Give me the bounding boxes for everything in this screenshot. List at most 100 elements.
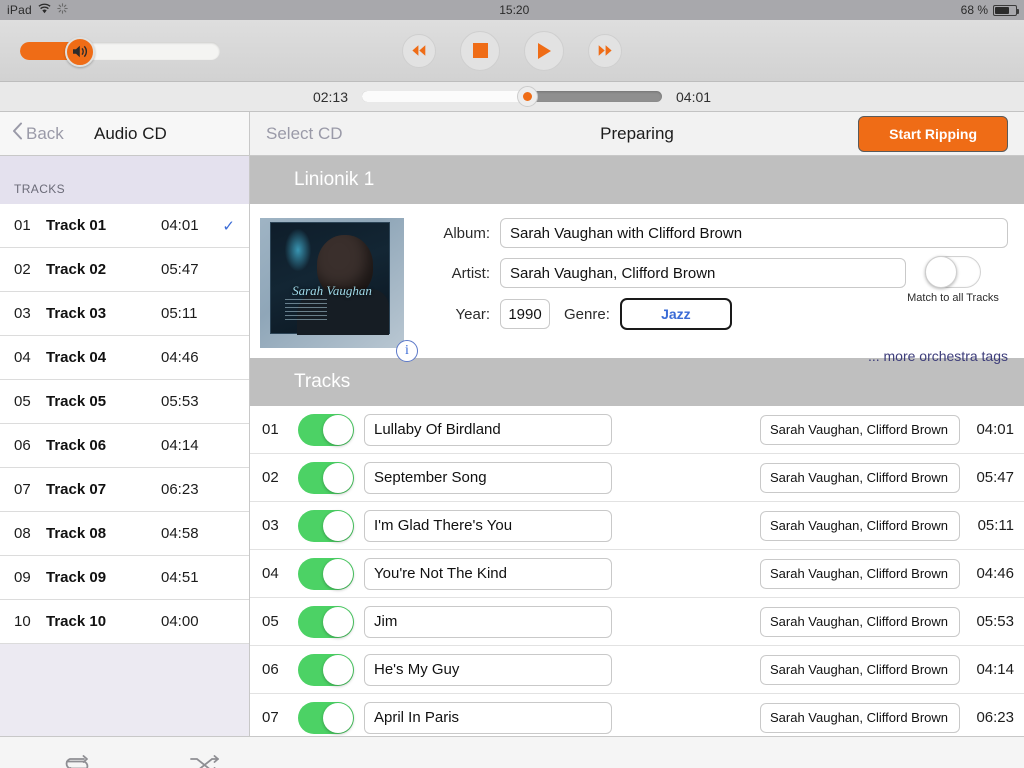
sidebar-track-number: 07: [14, 481, 31, 498]
sidebar-track-name: Track 05: [46, 393, 107, 410]
track-title-input[interactable]: He's My Guy: [364, 653, 612, 686]
app-root: iPad 15:20 68 % 02:13 04:01 Back Audio C…: [0, 0, 1024, 768]
track-artist-input[interactable]: Sarah Vaughan, Clifford Brown: [760, 702, 960, 733]
more-orchestra-tags-link[interactable]: ... more orchestra tags: [868, 348, 1008, 364]
start-ripping-button[interactable]: Start Ripping: [858, 115, 1008, 152]
track-enable-toggle[interactable]: [298, 653, 354, 686]
seek-thumb[interactable]: [517, 86, 538, 107]
seek-slider[interactable]: [362, 86, 662, 107]
select-cd-button[interactable]: Select CD: [266, 124, 343, 144]
sidebar-track-row[interactable]: 03 Track 03 05:11: [0, 292, 249, 336]
elapsed-time-label: 02:13: [312, 88, 348, 105]
content-area: Back Audio CD TRACKS 01 Track 01 04:01 ✓ 02 T…: [0, 112, 1024, 736]
repeat-icon[interactable]: [60, 753, 94, 768]
shuffle-icon[interactable]: [188, 753, 222, 768]
speaker-volume-icon[interactable]: [65, 36, 95, 67]
track-title-input[interactable]: You're Not The Kind: [364, 557, 612, 590]
track-enable-toggle[interactable]: [298, 557, 354, 590]
sidebar-track-row[interactable]: 09 Track 09 04:51: [0, 556, 249, 600]
track-row[interactable]: 02 September Song Sarah Vaughan, Clifford …: [250, 454, 1024, 502]
rewind-button[interactable]: [402, 33, 436, 68]
album-input[interactable]: Sarah Vaughan with Clifford Brown: [500, 218, 1008, 248]
track-artist-input[interactable]: Sarah Vaughan, Clifford Brown: [760, 654, 960, 685]
track-title-input[interactable]: I'm Glad There's You: [364, 509, 612, 542]
album-art-glow: [285, 229, 311, 271]
sidebar-track-name: Track 08: [46, 525, 107, 542]
track-artist-input[interactable]: Sarah Vaughan, Clifford Brown: [760, 510, 960, 541]
sidebar-track-row[interactable]: 01 Track 01 04:01 ✓: [0, 204, 249, 248]
back-button[interactable]: Back: [12, 122, 64, 145]
track-editor-list[interactable]: 01 Lullaby Of Birdland Sarah Vaughan, Clif…: [250, 406, 1024, 736]
sidebar-track-name: Track 07: [46, 481, 107, 498]
year-input[interactable]: 1990: [500, 299, 550, 329]
track-row[interactable]: 04 You're Not The Kind Sarah Vaughan, Clif…: [250, 550, 1024, 598]
sidebar-track-duration: 05:11: [161, 305, 198, 322]
metadata-fields: Album: Sarah Vaughan with Clifford Brown…: [412, 218, 1008, 364]
track-artist-input[interactable]: Sarah Vaughan, Clifford Brown: [760, 558, 960, 589]
sidebar-track-name: Track 03: [46, 305, 107, 322]
fast-forward-button[interactable]: [588, 33, 622, 68]
track-enable-toggle[interactable]: [298, 701, 354, 734]
track-row[interactable]: 03 I'm Glad There's You Sarah Vaughan, Cli…: [250, 502, 1024, 550]
track-title-input[interactable]: April In Paris: [364, 701, 612, 734]
track-title-input[interactable]: Lullaby Of Birdland: [364, 413, 612, 446]
sidebar-track-name: Track 10: [46, 613, 107, 630]
sidebar-track-row[interactable]: 06 Track 06 04:14: [0, 424, 249, 468]
track-row[interactable]: 01 Lullaby Of Birdland Sarah Vaughan, Clif…: [250, 406, 1024, 454]
track-enable-toggle[interactable]: [298, 605, 354, 638]
match-to-all-tracks-control: Match to all Tracks: [898, 256, 1008, 304]
volume-slider[interactable]: [20, 36, 220, 67]
status-bar-right: 68 %: [960, 3, 1019, 17]
play-button[interactable]: [524, 30, 564, 71]
sidebar-track-row[interactable]: 02 Track 02 05:47: [0, 248, 249, 292]
track-artist-input[interactable]: Sarah Vaughan, Clifford Brown: [760, 414, 960, 445]
genre-button[interactable]: Jazz: [619, 298, 732, 330]
album-art-inner: Sarah Vaughan: [270, 222, 390, 335]
track-row[interactable]: 06 He's My Guy Sarah Vaughan, Clifford Bro…: [250, 646, 1024, 694]
sidebar-track-name: Track 02: [46, 261, 107, 278]
transport-bar: [0, 20, 1024, 82]
track-row[interactable]: 05 Jim Sarah Vaughan, Clifford Brown 05:53: [250, 598, 1024, 646]
sidebar-track-duration: 04:00: [161, 613, 199, 630]
track-number: 03: [262, 517, 279, 534]
battery-icon: [993, 4, 1019, 16]
genre-label: Genre:: [564, 305, 610, 323]
track-row[interactable]: 07 April In Paris Sarah Vaughan, Clifford …: [250, 694, 1024, 736]
sidebar-track-row[interactable]: 10 Track 10 04:00: [0, 600, 249, 644]
track-number: 02: [262, 469, 279, 486]
battery-percent-label: 68 %: [960, 3, 988, 17]
track-enable-toggle[interactable]: [298, 413, 354, 446]
track-number: 05: [262, 613, 279, 630]
sidebar-track-number: 03: [14, 305, 31, 322]
sidebar-track-number: 01: [14, 217, 31, 234]
track-title-input[interactable]: Jim: [364, 605, 612, 638]
transport-buttons: [402, 30, 622, 71]
track-number: 04: [262, 565, 279, 582]
sidebar-track-number: 02: [14, 261, 31, 278]
sidebar-track-name: Track 01: [46, 217, 107, 234]
album-art-text-lines: [285, 299, 327, 323]
track-enable-toggle[interactable]: [298, 461, 354, 494]
device-label: iPad: [7, 3, 32, 17]
track-duration: 05:47: [976, 469, 1014, 486]
sidebar-track-name: Track 06: [46, 437, 107, 454]
artist-input[interactable]: Sarah Vaughan, Clifford Brown: [500, 258, 906, 288]
stop-button[interactable]: [460, 30, 500, 71]
main-panel: Select CD Preparing Start Ripping Linion…: [250, 112, 1024, 736]
sidebar-track-list[interactable]: 01 Track 01 04:01 ✓ 02 Track 02 05:47 03 Track 0…: [0, 204, 249, 736]
sidebar-track-row[interactable]: 08 Track 08 04:58: [0, 512, 249, 556]
match-to-all-tracks-toggle[interactable]: [925, 256, 981, 288]
sidebar-track-name: Track 09: [46, 569, 107, 586]
track-artist-input[interactable]: Sarah Vaughan, Clifford Brown: [760, 606, 960, 637]
back-button-label: Back: [26, 123, 64, 143]
album-row: Album: Sarah Vaughan with Clifford Brown: [428, 218, 1008, 248]
sidebar-track-row[interactable]: 07 Track 07 06:23: [0, 468, 249, 512]
sidebar-track-row[interactable]: 04 Track 04 04:46: [0, 336, 249, 380]
sidebar-track-number: 09: [14, 569, 31, 586]
track-enable-toggle[interactable]: [298, 509, 354, 542]
track-artist-input[interactable]: Sarah Vaughan, Clifford Brown: [760, 462, 960, 493]
album-art[interactable]: Sarah Vaughan: [260, 218, 404, 348]
track-title-input[interactable]: September Song: [364, 461, 612, 494]
sidebar-track-row[interactable]: 05 Track 05 05:53: [0, 380, 249, 424]
wifi-icon: [38, 3, 51, 17]
